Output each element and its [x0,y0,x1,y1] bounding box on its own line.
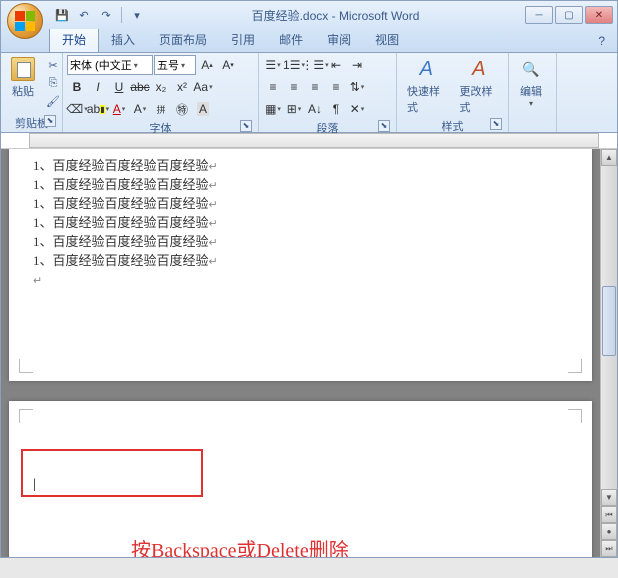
grow-font-button[interactable]: A▴ [197,55,217,75]
phonetic-button[interactable]: 拼 [151,99,171,119]
tab-insert[interactable]: 插入 [99,27,147,52]
text-highlight-button[interactable]: ab▮ [88,99,108,119]
tab-review[interactable]: 审阅 [315,27,363,52]
clipboard-launcher[interactable]: ⬊ [44,115,56,127]
window-title: 百度经验.docx - Microsoft Word [146,7,525,24]
redo-icon[interactable]: ↷ [97,6,115,24]
ribbon-tabs: 开始 插入 页面布局 引用 邮件 审阅 视图 ? [1,29,617,53]
change-styles-button[interactable]: A 更改样式 [454,55,505,117]
change-styles-icon: A [467,57,491,81]
align-center-button[interactable]: ≡ [284,77,304,97]
vertical-scrollbar[interactable]: ▲ ▼ ⏮ ● ⏭ [600,149,617,557]
office-button[interactable] [7,3,43,39]
font-launcher[interactable]: ⬊ [240,120,252,132]
titlebar: 💾 ↶ ↷ ▾ 百度经验.docx - Microsoft Word ─ ▢ ✕ [1,1,617,29]
italic-button[interactable]: I [88,77,108,97]
superscript-button[interactable]: x² [172,77,192,97]
align-left-button[interactable]: ≡ [263,77,283,97]
page-1[interactable]: 1、百度经验百度经验百度经验↵ 1、百度经验百度经验百度经验↵ 1、百度经验百度… [9,149,592,381]
shrink-font-button[interactable]: A▾ [218,55,238,75]
doc-line[interactable]: 1、百度经验百度经验百度经验↵ [33,214,568,233]
bullets-button[interactable]: ☰ [263,55,283,75]
font-color-button[interactable]: A [109,99,129,119]
strikethrough-button[interactable]: abc [130,77,150,97]
quick-access-toolbar: 💾 ↶ ↷ ▾ [53,6,146,24]
paste-icon [11,57,35,81]
subscript-button[interactable]: x₂ [151,77,171,97]
justify-button[interactable]: ≡ [326,77,346,97]
tab-home[interactable]: 开始 [49,26,99,52]
qat-customize-icon[interactable]: ▾ [128,6,146,24]
ruler[interactable] [1,133,617,149]
minimize-button[interactable]: ─ [525,6,553,24]
format-painter-icon[interactable]: 🖌 [44,93,62,109]
underline-button[interactable]: U [109,77,129,97]
scroll-up-button[interactable]: ▲ [601,149,617,166]
page-corner-icon [19,359,33,373]
tab-view[interactable]: 视图 [363,27,411,52]
multilevel-button[interactable]: ⋮☰ [305,55,325,75]
highlight-box [21,449,203,497]
help-icon[interactable]: ? [594,30,609,52]
doc-line[interactable]: 1、百度经验百度经验百度经验↵ [33,195,568,214]
scrollbar-thumb[interactable] [602,286,616,356]
undo-icon[interactable]: ↶ [75,6,93,24]
borders-button[interactable]: ⊞ [284,99,304,119]
cut-icon[interactable]: ✂ [44,57,62,73]
browse-object-button[interactable]: ● [601,523,617,540]
font-size-combo[interactable]: 五号▾ [154,55,196,75]
bold-button[interactable]: B [67,77,87,97]
quick-styles-icon: A [414,57,438,81]
page-corner-icon [19,409,33,423]
line-spacing-button[interactable]: ⇅ [347,77,367,97]
maximize-button[interactable]: ▢ [555,6,583,24]
tab-references[interactable]: 引用 [219,27,267,52]
next-page-button[interactable]: ⏭ [601,540,617,557]
doc-line[interactable]: 1、百度经验百度经验百度经验↵ [33,252,568,271]
annotation-text: 按Backspace或Delete删除 [131,534,349,557]
change-case-button[interactable]: Aa [193,77,213,97]
quick-styles-button[interactable]: A 快速样式 [401,55,452,117]
doc-line[interactable]: 1、百度经验百度经验百度经验↵ [33,233,568,252]
enclose-char-button[interactable]: ㊕ [172,99,192,119]
tab-mailings[interactable]: 邮件 [267,27,315,52]
show-marks-button[interactable]: ¶ [326,99,346,119]
prev-page-button[interactable]: ⏮ [601,506,617,523]
page-corner-icon [568,409,582,423]
increase-indent-button[interactable]: ⇥ [347,55,367,75]
scroll-down-button[interactable]: ▼ [601,489,617,506]
close-button[interactable]: ✕ [585,6,613,24]
tab-layout[interactable]: 页面布局 [147,27,219,52]
align-right-button[interactable]: ≡ [305,77,325,97]
font-name-combo[interactable]: 宋体 (中文正▾ [67,55,153,75]
paragraph-launcher[interactable]: ⬊ [378,120,390,132]
find-icon: 🔍 [519,57,543,81]
decrease-indent-button[interactable]: ⇤ [326,55,346,75]
sort-button[interactable]: A↓ [305,99,325,119]
app-window: 💾 ↶ ↷ ▾ 百度经验.docx - Microsoft Word ─ ▢ ✕… [0,0,618,558]
char-shading-button[interactable]: A [193,99,213,119]
shading-button[interactable]: ▦ [263,99,283,119]
editing-button[interactable]: 🔍 编辑 ▾ [513,55,549,110]
styles-launcher[interactable]: ⬊ [490,118,502,130]
group-label-styles: 样式 [442,121,464,133]
page-2[interactable]: | 按Backspace或Delete删除 [9,401,592,557]
copy-icon[interactable]: ⎘ [44,75,62,91]
ribbon: 粘贴 ✂ ⎘ 🖌 剪贴板⬊ 宋体 (中文正▾ 五号▾ A▴ A▾ B [1,53,617,133]
clear-format-button[interactable]: ⌫ [67,99,87,119]
page-corner-icon [568,359,582,373]
paste-button[interactable]: 粘贴 [5,55,41,101]
scrollbar-track[interactable] [601,166,617,489]
asian-layout-button[interactable]: ✕ [347,99,367,119]
save-icon[interactable]: 💾 [53,6,71,24]
text-cursor[interactable]: | [33,477,36,493]
doc-line[interactable]: ↵ [33,271,568,290]
char-border-button[interactable]: A [130,99,150,119]
doc-line[interactable]: 1、百度经验百度经验百度经验↵ [33,176,568,195]
document-area: 1、百度经验百度经验百度经验↵ 1、百度经验百度经验百度经验↵ 1、百度经验百度… [1,149,617,557]
doc-line[interactable]: 1、百度经验百度经验百度经验↵ [33,157,568,176]
